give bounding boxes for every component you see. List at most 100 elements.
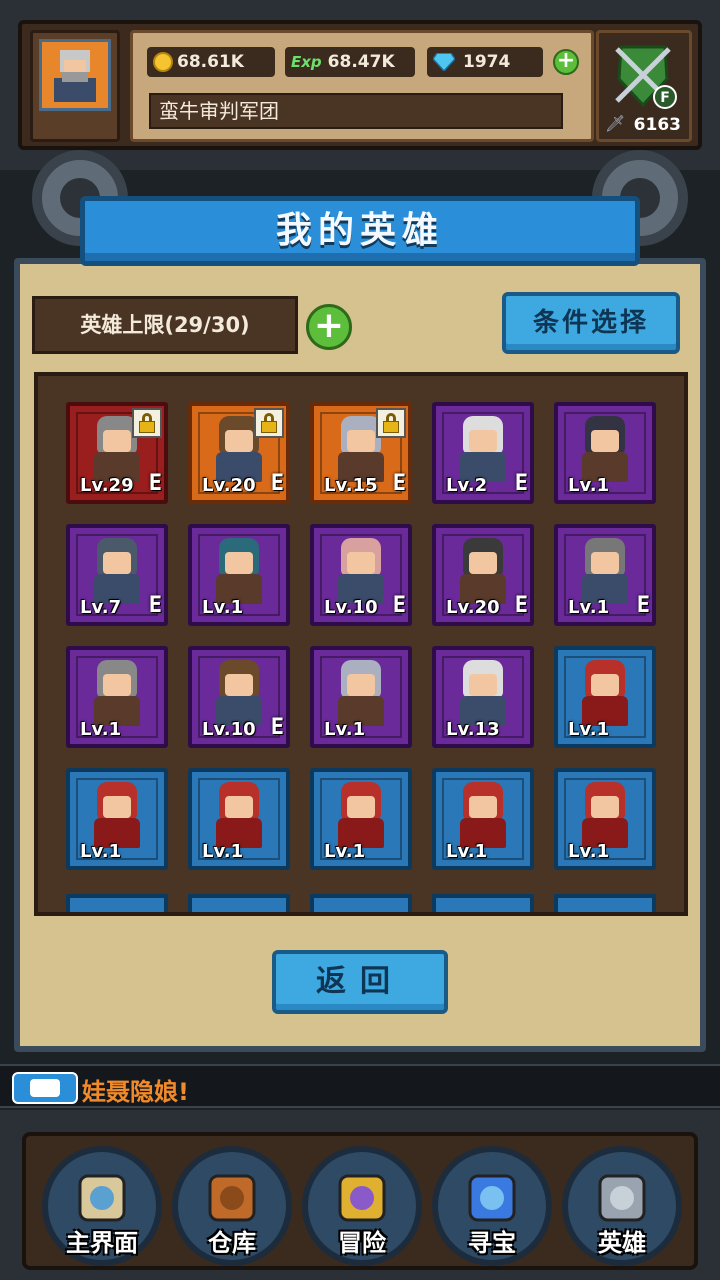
nav-crystal[interactable]: 寻宝 [432, 1146, 552, 1266]
nav-backpack[interactable]: 仓库 [172, 1146, 292, 1266]
hero-level: Lv.20 [446, 597, 500, 618]
hero-card[interactable]: Lv.20 E [432, 524, 534, 626]
hero-grid-frame: Lv.29 E Lv.20 E Lv.15 E Lv.2 E Lv.1 Lv.7 E Lv.1 Lv.1… [34, 372, 688, 916]
player-avatar[interactable] [30, 30, 120, 142]
hero-grid: Lv.29 E Lv.20 E Lv.15 E Lv.2 E Lv.1 Lv.7 E Lv.1 Lv.1… [66, 402, 656, 870]
avatar-portrait [39, 39, 111, 111]
hero-portrait [332, 538, 390, 604]
hero-card[interactable]: Lv.20 E [188, 402, 290, 504]
power-rank: F [660, 90, 670, 106]
nav-sword-wings[interactable]: 冒险 [302, 1146, 422, 1266]
diamond-icon [433, 53, 455, 71]
power-panel[interactable]: F 🗡 6163 [596, 30, 692, 142]
hero-card[interactable]: Lv.10 E [188, 646, 290, 748]
knight-helmet-icon [592, 1168, 652, 1228]
hero-level: Lv.1 [568, 841, 610, 862]
hero-level: Lv.13 [446, 719, 500, 740]
hero-card-partial[interactable] [188, 894, 290, 912]
hero-level: Lv.1 [202, 597, 244, 618]
nav-label: 主界面 [66, 1229, 138, 1257]
add-gems-button[interactable]: + [553, 49, 579, 75]
hero-portrait [576, 782, 634, 848]
hero-card[interactable]: Lv.1 [66, 768, 168, 870]
hero-card[interactable]: Lv.1 [66, 646, 168, 748]
backpack-icon [202, 1168, 262, 1228]
bottom-navigation: 主界面 仓库 冒险 寻宝 英雄 [0, 1110, 720, 1280]
hero-portrait [454, 660, 512, 726]
hero-portrait [88, 782, 146, 848]
nav-knight-helmet[interactable]: 英雄 [562, 1146, 682, 1266]
hero-level: Lv.1 [568, 475, 610, 496]
hero-card[interactable]: Lv.13 [432, 646, 534, 748]
hero-level: Lv.10 [202, 719, 256, 740]
hero-level: Lv.15 [324, 475, 378, 496]
chat-icon[interactable] [12, 1072, 78, 1104]
hero-equip-badge: E [514, 593, 528, 618]
hero-equip-badge: E [270, 715, 284, 740]
chat-message: 娃聂隐娘! [82, 1078, 189, 1106]
nav-label: 仓库 [208, 1229, 256, 1257]
expand-limit-button[interactable]: + [306, 304, 352, 350]
hero-equip-badge: E [514, 471, 528, 496]
hero-card[interactable]: Lv.1 [188, 524, 290, 626]
resource-panel: 68.61K Exp 68.47K 1974 + 蛮牛审判军团 [130, 30, 594, 142]
power-value: 6163 [633, 115, 681, 135]
gem-value: 1974 [463, 52, 511, 72]
hero-level: Lv.1 [324, 719, 366, 740]
hero-portrait [576, 538, 634, 604]
nav-container: 主界面 仓库 冒险 寻宝 英雄 [22, 1132, 698, 1270]
hero-card[interactable]: Lv.29 E [66, 402, 168, 504]
hero-portrait [454, 782, 512, 848]
nav-scroll-map[interactable]: 主界面 [42, 1146, 162, 1266]
hero-equip-badge: E [148, 593, 162, 618]
hero-card[interactable]: Lv.15 E [310, 402, 412, 504]
hero-card-partial[interactable] [66, 894, 168, 912]
hero-level: Lv.20 [202, 475, 256, 496]
exp-stat: Exp 68.47K [285, 47, 415, 77]
hero-level: Lv.1 [80, 841, 122, 862]
hero-portrait [454, 538, 512, 604]
hero-level: Lv.1 [324, 841, 366, 862]
coin-icon [153, 52, 173, 72]
hero-card-partial[interactable] [310, 894, 412, 912]
hero-card-partial[interactable] [432, 894, 534, 912]
exp-icon: Exp [291, 53, 322, 71]
lock-icon[interactable] [376, 408, 406, 438]
player-info-bar: 68.61K Exp 68.47K 1974 + 蛮牛审判军团 F 🗡 6163 [18, 20, 702, 150]
gem-stat: 1974 [427, 47, 543, 77]
back-button[interactable]: 返回 [272, 950, 448, 1014]
hero-limit-label: 英雄上限(29/30) [32, 296, 298, 354]
chat-bar[interactable]: 娃聂隐娘! [0, 1064, 720, 1108]
crossed-swords-shield-icon: F [615, 45, 677, 109]
hero-level: Lv.29 [80, 475, 134, 496]
exp-value: 68.47K [327, 52, 395, 72]
filter-button[interactable]: 条件选择 [502, 292, 680, 354]
page-title: 我的英雄 [275, 210, 444, 251]
hero-card[interactable]: Lv.1 [554, 402, 656, 504]
hero-portrait [210, 782, 268, 848]
hero-card-partial[interactable] [554, 894, 656, 912]
lock-icon[interactable] [132, 408, 162, 438]
hero-card[interactable]: Lv.1 [310, 768, 412, 870]
hero-card[interactable]: Lv.1 [310, 646, 412, 748]
scroll-map-icon [72, 1168, 132, 1228]
nav-label: 冒险 [338, 1229, 386, 1257]
gold-stat: 68.61K [147, 47, 275, 77]
hero-equip-badge: E [392, 593, 406, 618]
hero-portrait [88, 538, 146, 604]
hero-card[interactable]: Lv.1 [554, 646, 656, 748]
hero-card[interactable]: Lv.1 E [554, 524, 656, 626]
hero-portrait [332, 782, 390, 848]
hero-portrait [88, 660, 146, 726]
hero-card[interactable]: Lv.1 [432, 768, 534, 870]
lock-icon[interactable] [254, 408, 284, 438]
hero-card[interactable]: Lv.7 E [66, 524, 168, 626]
hero-card[interactable]: Lv.2 E [432, 402, 534, 504]
hero-level: Lv.1 [202, 841, 244, 862]
hero-card[interactable]: Lv.1 [188, 768, 290, 870]
legion-name[interactable]: 蛮牛审判军团 [149, 93, 563, 129]
hero-level: Lv.1 [80, 719, 122, 740]
hero-equip-badge: E [148, 471, 162, 496]
hero-card[interactable]: Lv.1 [554, 768, 656, 870]
hero-card[interactable]: Lv.10 E [310, 524, 412, 626]
